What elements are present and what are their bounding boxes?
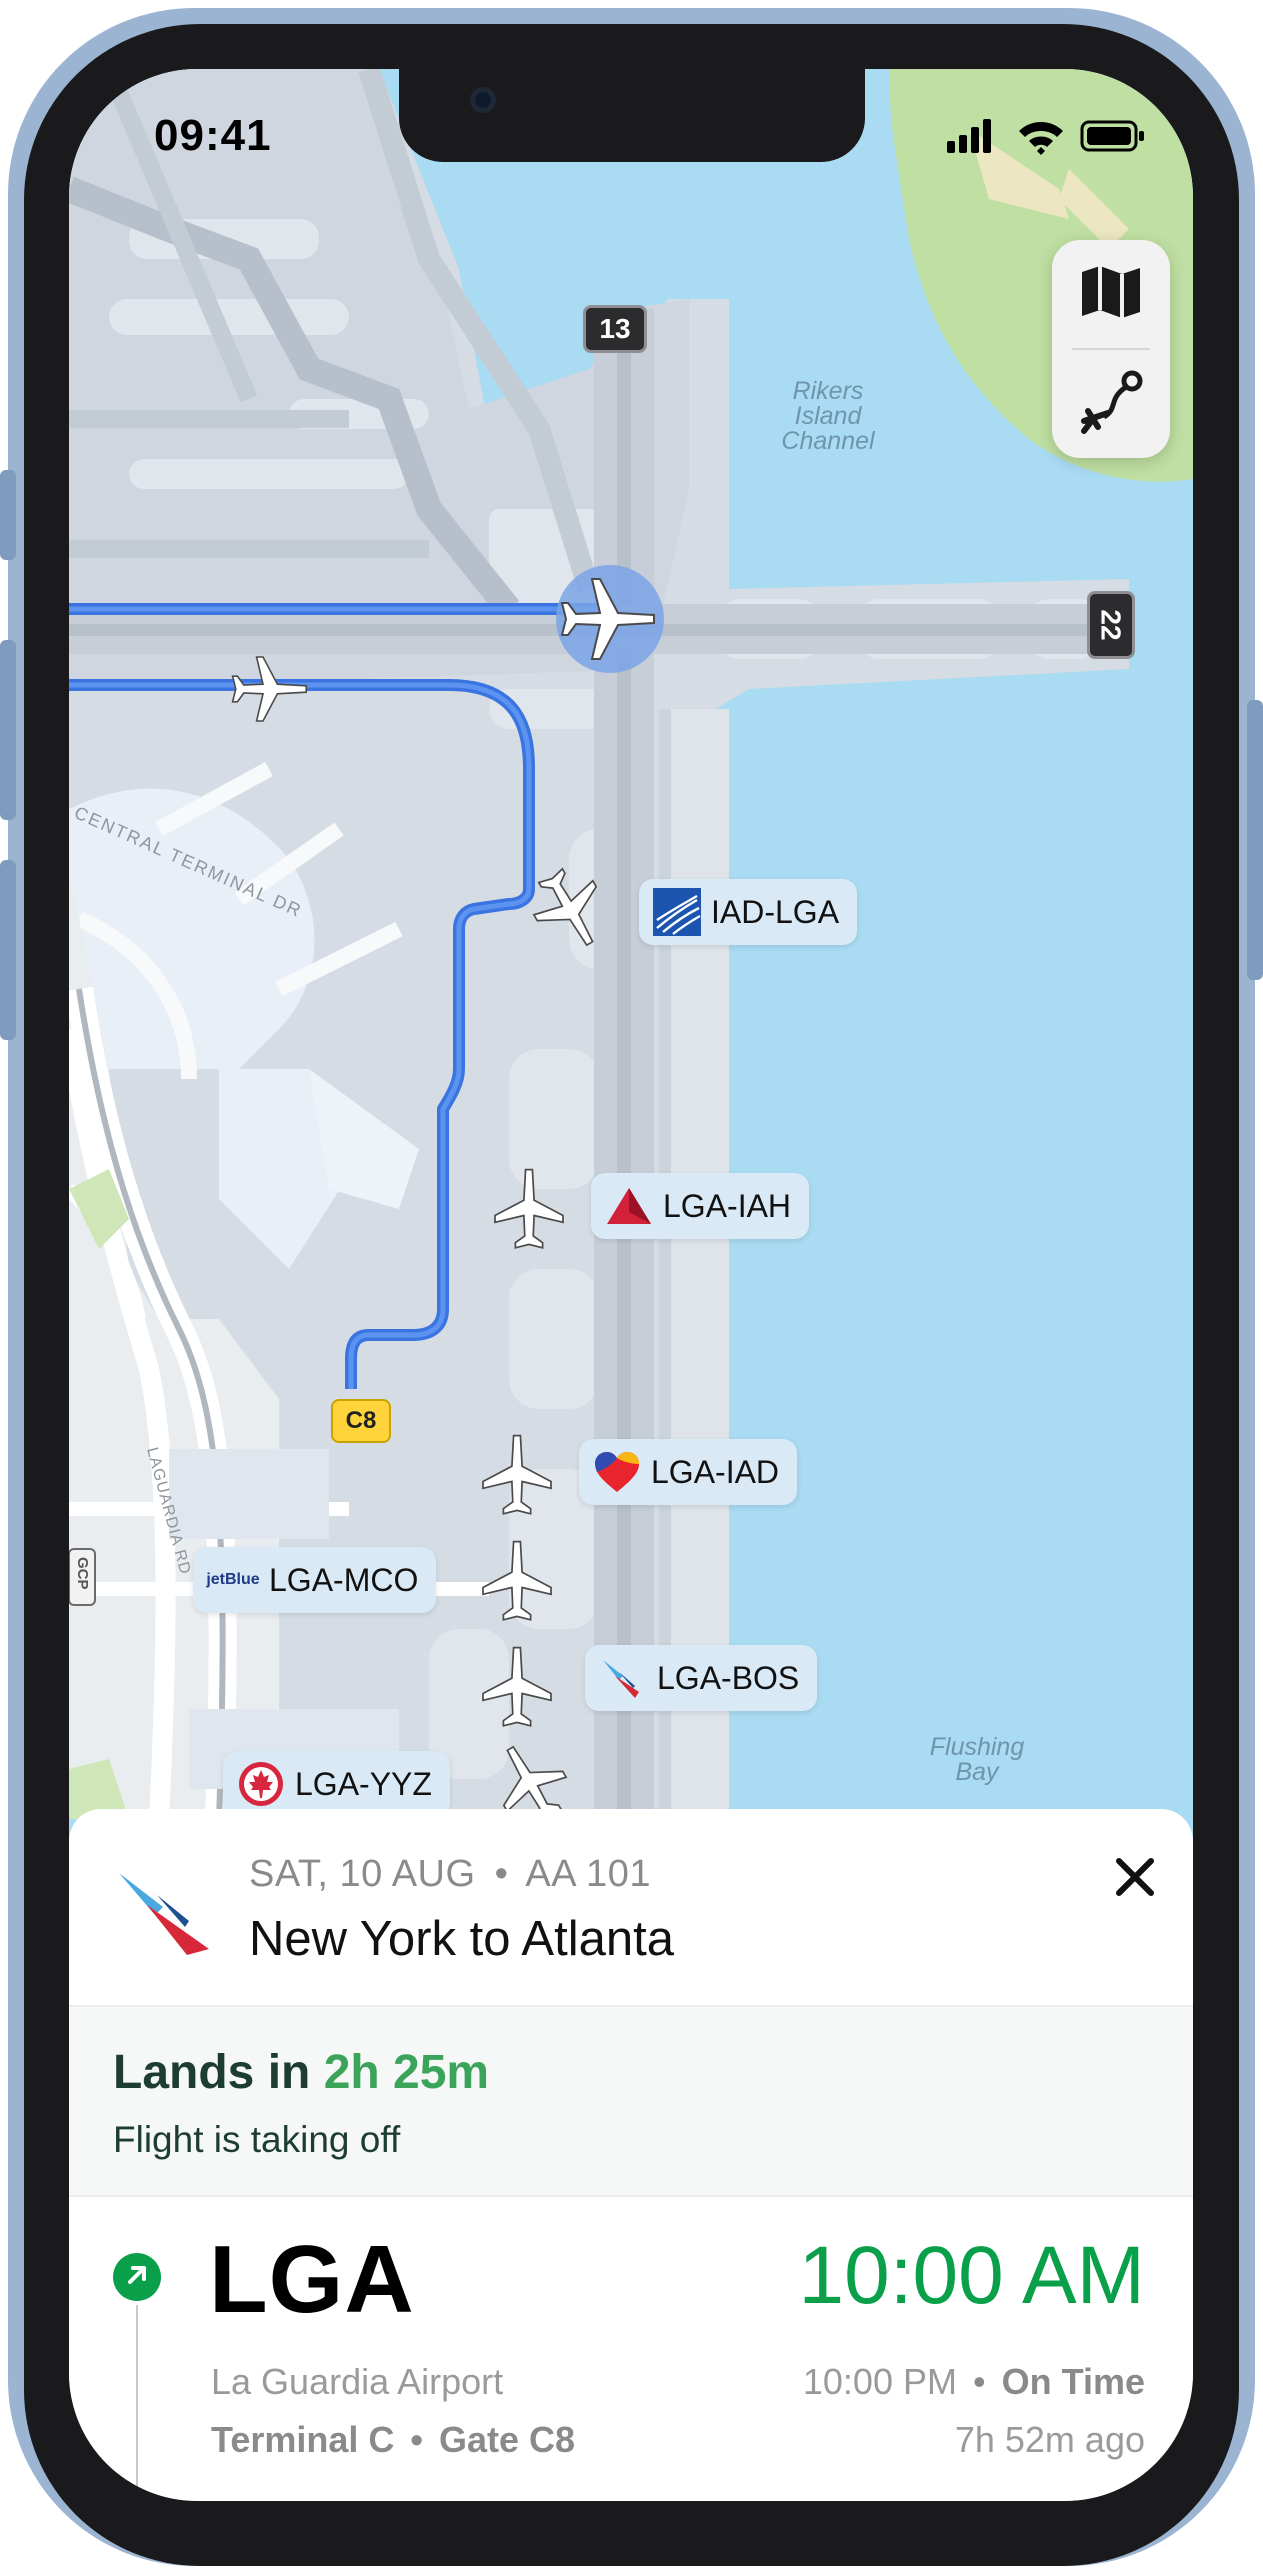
departure-ago: 7h 52m ago [954,2419,1145,2460]
front-camera [470,87,496,113]
water-label-rikers: Rikers Island Channel [743,379,913,454]
departure-dot [113,2253,161,2301]
map-controls [1052,240,1170,458]
jetblue-logo-icon: jetBlue [206,1556,260,1604]
flight-route: New York to Atlanta [249,1912,674,1966]
flight-label-text: LGA-IAH [663,1187,792,1224]
flight-label-lga-yyz[interactable]: LGA-YYZ [223,1751,450,1817]
wifi-icon [1019,122,1063,155]
flight-label-text: IAD-LGA [711,893,840,930]
departure-section: LGA La Guardia Airport Terminal C • Gate… [69,2195,1193,2501]
silent-switch [0,470,16,560]
flight-label-lga-iad[interactable]: LGA-IAD [579,1439,798,1505]
flight-label-text: LGA-YYZ [295,1765,432,1802]
flight-label-text: LGA-BOS [657,1659,800,1696]
cellular-signal-icon [947,119,991,153]
meta-separator: • [494,1853,509,1895]
screen: CENTRAL TERMINAL DR LAGUARDIA RD GCP 13 … [69,69,1193,2501]
route-button[interactable] [1052,350,1170,458]
united-logo-icon [653,888,701,936]
departure-schedule: 10:00 PM • On Time [803,2361,1145,2403]
southwest-logo-icon [593,1448,641,1496]
jetblue-logo-text: jetBlue [206,1571,260,1588]
departure-gate: Gate C8 [439,2419,576,2460]
timeline-line [136,2305,138,2501]
sheet-header: SAT, 10 AUG • AA 101 New York to Atlanta [69,1809,1193,2005]
runway-13-label: 13 [599,313,631,344]
flight-detail-sheet[interactable]: SAT, 10 AUG • AA 101 New York to Atlanta… [69,1809,1193,2501]
water-label-flushing: Flushing Bay [917,1735,1037,1785]
close-icon [1115,1857,1155,1902]
runway-13-badge: 13 [583,305,647,353]
lands-in-duration: 2h 25m [323,2046,490,2099]
flight-number: AA 101 [525,1853,651,1895]
runway-22-label: 22 [1096,609,1127,641]
departure-airport-name: La Guardia Airport [211,2361,504,2402]
status-icons [947,115,1147,155]
road-label-gcp: GCP [74,1557,91,1590]
runway-22-badge: 22 [1087,591,1135,659]
water-label-rikers-text: Rikers Island Channel [781,377,875,455]
delta-logo-icon [605,1182,653,1230]
arrow-up-right-icon [124,2262,150,2293]
status-time: 09:41 [154,111,272,160]
power-button [1247,700,1263,980]
route-icon [1078,369,1144,440]
flight-status-text: Flight is taking off [113,2119,401,2160]
flight-meta: SAT, 10 AUG • AA 101 [249,1853,651,1896]
american-logo-icon [599,1654,647,1702]
volume-up-button [0,640,16,820]
close-button[interactable] [1109,1853,1161,1905]
map-layers-button[interactable] [1052,240,1170,348]
lands-in: Lands in 2h 25m [113,2045,489,2100]
water-label-flushing-text: Flushing Bay [929,1733,1025,1786]
flight-label-text: LGA-IAD [651,1453,780,1490]
flight-status-band: Lands in 2h 25m Flight is taking off [69,2005,1193,2197]
map-icon [1080,264,1142,325]
flight-label-text: LGA-MCO [269,1561,419,1598]
departure-actual-time: 10:00 AM [798,2230,1145,2321]
flight-date: SAT, 10 AUG [249,1853,476,1895]
volume-down-button [0,860,16,1040]
aircanada-logo-icon [237,1760,285,1808]
departure-airport-code: LGA [209,2226,415,2333]
flight-label-iad-lga[interactable]: IAD-LGA [639,879,858,945]
notch [399,69,865,162]
flight-label-lga-bos[interactable]: LGA-BOS [585,1645,818,1711]
flight-label-lga-mco[interactable]: jetBlue LGA-MCO [193,1547,437,1613]
schedule-separator: • [973,2361,986,2402]
gate-separator: • [410,2419,423,2460]
departure-scheduled-time: 10:00 PM [802,2361,957,2402]
american-airlines-logo-icon [117,1861,217,1961]
departure-terminal: Terminal C [211,2419,395,2460]
lands-in-prefix: Lands in [113,2046,311,2099]
departure-status: On Time [1001,2361,1145,2402]
departure-terminal-gate: Terminal C • Gate C8 [211,2419,575,2461]
flight-label-lga-iah[interactable]: LGA-IAH [591,1173,810,1239]
gate-badge[interactable]: C8 [331,1399,391,1443]
battery-icon [1080,120,1144,152]
